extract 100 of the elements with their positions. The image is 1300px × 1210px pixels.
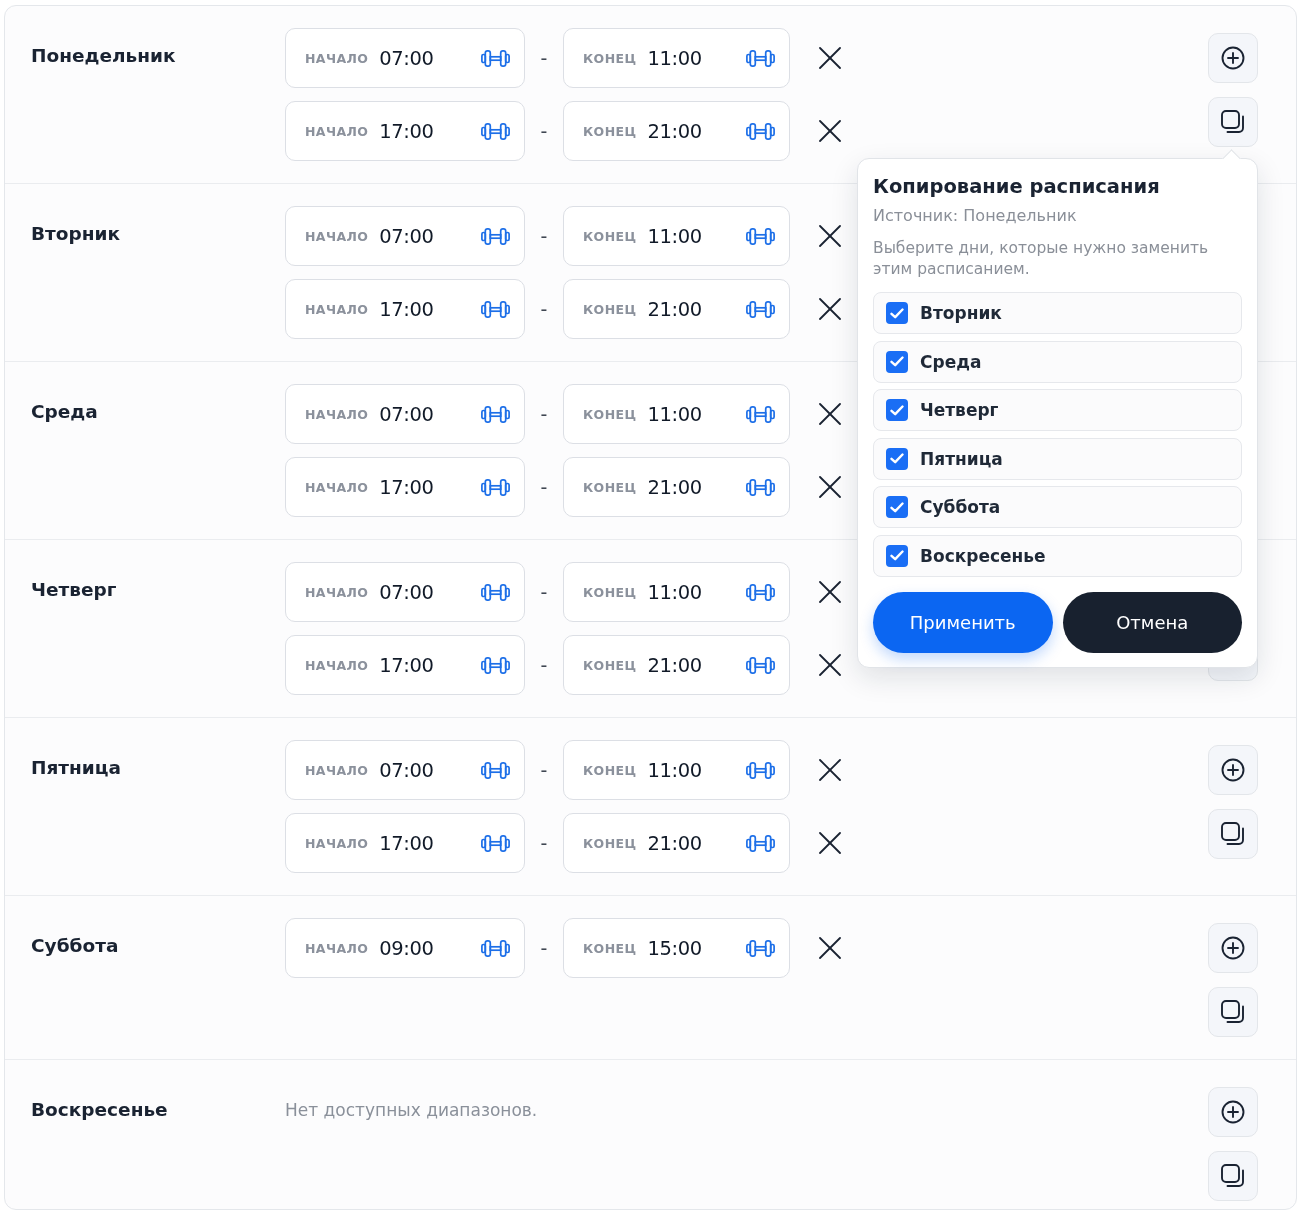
dumbbell-icon bbox=[481, 939, 510, 957]
end-time-field[interactable]: КОНЕЦ 21:00 bbox=[563, 457, 790, 517]
remove-range-button[interactable] bbox=[819, 225, 841, 247]
add-range-button[interactable] bbox=[1208, 33, 1258, 83]
close-icon bbox=[819, 225, 841, 247]
day-label: Четверг bbox=[920, 400, 999, 420]
end-time-field[interactable]: КОНЕЦ 11:00 bbox=[563, 384, 790, 444]
close-icon bbox=[819, 937, 841, 959]
start-time-field[interactable]: НАЧАЛО 07:00 bbox=[285, 28, 525, 88]
time-value: 21:00 bbox=[647, 653, 702, 677]
checkbox[interactable] bbox=[886, 350, 908, 373]
start-time-field[interactable]: НАЧАЛО 09:00 bbox=[285, 918, 525, 978]
remove-range-button[interactable] bbox=[819, 654, 841, 676]
start-time-field[interactable]: НАЧАЛО 07:00 bbox=[285, 562, 525, 622]
time-value: 07:00 bbox=[379, 46, 434, 70]
copy-schedule-button[interactable] bbox=[1208, 97, 1258, 147]
day-name: Вторник bbox=[31, 222, 121, 246]
checkmark-icon bbox=[890, 307, 904, 319]
start-time-field[interactable]: НАЧАЛО 17:00 bbox=[285, 457, 525, 517]
end-time-field[interactable]: КОНЕЦ 21:00 bbox=[563, 635, 790, 695]
start-time-field[interactable]: НАЧАЛО 07:00 bbox=[285, 206, 525, 266]
checkbox[interactable] bbox=[886, 302, 908, 324]
end-time-field[interactable]: КОНЕЦ 21:00 bbox=[563, 101, 790, 161]
range-separator: - bbox=[539, 581, 549, 603]
checkbox[interactable] bbox=[886, 496, 908, 518]
day-checkbox-option[interactable]: Суббота bbox=[873, 486, 1242, 528]
range-separator: - bbox=[539, 759, 549, 781]
dumbbell-icon bbox=[481, 122, 510, 140]
remove-range-button[interactable] bbox=[819, 759, 841, 781]
day-checkbox-option[interactable]: Воскресенье bbox=[873, 534, 1242, 577]
plus-circle-icon bbox=[1221, 46, 1245, 70]
day-name: Воскресенье bbox=[31, 1098, 168, 1122]
end-time-field[interactable]: КОНЕЦ 11:00 bbox=[563, 206, 790, 266]
field-label: НАЧАЛО bbox=[305, 762, 369, 778]
day-name: Понедельник bbox=[31, 44, 176, 68]
start-time-field[interactable]: НАЧАЛО 17:00 bbox=[285, 279, 525, 339]
end-time-field[interactable]: КОНЕЦ 21:00 bbox=[563, 813, 790, 873]
day-checkbox-option[interactable]: Среда bbox=[873, 340, 1242, 383]
field-label: КОНЕЦ bbox=[583, 228, 637, 244]
checkmark-icon bbox=[890, 501, 904, 513]
day-name: Среда bbox=[31, 400, 98, 424]
remove-range-button[interactable] bbox=[819, 120, 841, 142]
day-label: Среда bbox=[920, 351, 982, 372]
add-range-button[interactable] bbox=[1208, 745, 1258, 795]
add-range-button[interactable] bbox=[1208, 923, 1258, 973]
remove-range-button[interactable] bbox=[819, 937, 841, 959]
field-label: КОНЕЦ bbox=[583, 940, 637, 956]
range-separator: - bbox=[539, 120, 549, 142]
field-label: НАЧАЛО bbox=[305, 50, 369, 66]
plus-circle-icon bbox=[1221, 936, 1245, 960]
start-time-field[interactable]: НАЧАЛО 17:00 bbox=[285, 635, 525, 695]
range-separator: - bbox=[539, 832, 549, 854]
remove-range-button[interactable] bbox=[819, 581, 841, 603]
end-time-field[interactable]: КОНЕЦ 11:00 bbox=[563, 740, 790, 800]
time-value: 07:00 bbox=[379, 402, 434, 426]
time-value: 11:00 bbox=[647, 402, 702, 426]
copy-icon bbox=[1221, 1164, 1245, 1188]
close-icon bbox=[819, 298, 841, 320]
time-value: 09:00 bbox=[379, 936, 434, 960]
remove-range-button[interactable] bbox=[819, 47, 841, 69]
field-label: КОНЕЦ bbox=[583, 762, 637, 778]
remove-range-button[interactable] bbox=[819, 403, 841, 425]
time-value: 21:00 bbox=[647, 475, 702, 499]
start-time-field[interactable]: НАЧАЛО 17:00 bbox=[285, 101, 525, 161]
copy-icon bbox=[1221, 110, 1245, 134]
checkbox[interactable] bbox=[886, 399, 908, 421]
checkbox[interactable] bbox=[886, 447, 908, 470]
end-time-field[interactable]: КОНЕЦ 11:00 bbox=[563, 28, 790, 88]
day-label: Пятница bbox=[920, 448, 1003, 469]
empty-message: Нет доступных диапазонов. bbox=[285, 1099, 538, 1121]
close-icon bbox=[819, 654, 841, 676]
start-time-field[interactable]: НАЧАЛО 17:00 bbox=[285, 813, 525, 873]
remove-range-button[interactable] bbox=[819, 832, 841, 854]
close-icon bbox=[819, 581, 841, 603]
time-value: 11:00 bbox=[647, 758, 702, 782]
checkbox[interactable] bbox=[886, 544, 908, 567]
day-checkbox-option[interactable]: Четверг bbox=[873, 389, 1242, 431]
end-time-field[interactable]: КОНЕЦ 21:00 bbox=[563, 279, 790, 339]
copy-schedule-button[interactable] bbox=[1208, 987, 1258, 1037]
day-name: Пятница bbox=[31, 756, 122, 780]
dumbbell-icon bbox=[481, 656, 510, 674]
start-time-field[interactable]: НАЧАЛО 07:00 bbox=[285, 740, 525, 800]
day-checkbox-option[interactable]: Пятница bbox=[873, 437, 1242, 480]
end-time-field[interactable]: КОНЕЦ 15:00 bbox=[563, 918, 790, 978]
field-label: НАЧАЛО bbox=[305, 228, 369, 244]
dumbbell-icon bbox=[746, 227, 775, 245]
copy-schedule-button[interactable] bbox=[1208, 809, 1258, 859]
end-time-field[interactable]: КОНЕЦ 11:00 bbox=[563, 562, 790, 622]
cancel-button[interactable]: Отмена bbox=[1062, 591, 1242, 653]
field-label: НАЧАЛО bbox=[305, 479, 369, 495]
close-icon bbox=[819, 47, 841, 69]
remove-range-button[interactable] bbox=[819, 476, 841, 498]
start-time-field[interactable]: НАЧАЛО 07:00 bbox=[285, 384, 525, 444]
time-value: 17:00 bbox=[379, 475, 434, 499]
apply-button[interactable]: Применить bbox=[873, 591, 1053, 653]
add-range-button[interactable] bbox=[1208, 1087, 1258, 1137]
remove-range-button[interactable] bbox=[819, 298, 841, 320]
copy-schedule-button[interactable] bbox=[1208, 1151, 1258, 1201]
day-checkbox-option[interactable]: Вторник bbox=[873, 292, 1242, 334]
copy-icon bbox=[1221, 1000, 1245, 1024]
